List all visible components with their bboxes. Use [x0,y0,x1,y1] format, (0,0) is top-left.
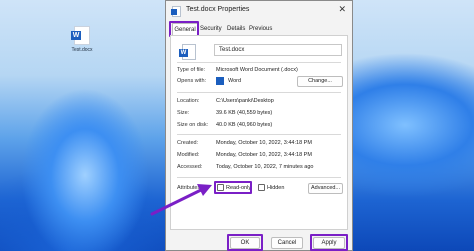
arrow-annotation [150,184,212,216]
